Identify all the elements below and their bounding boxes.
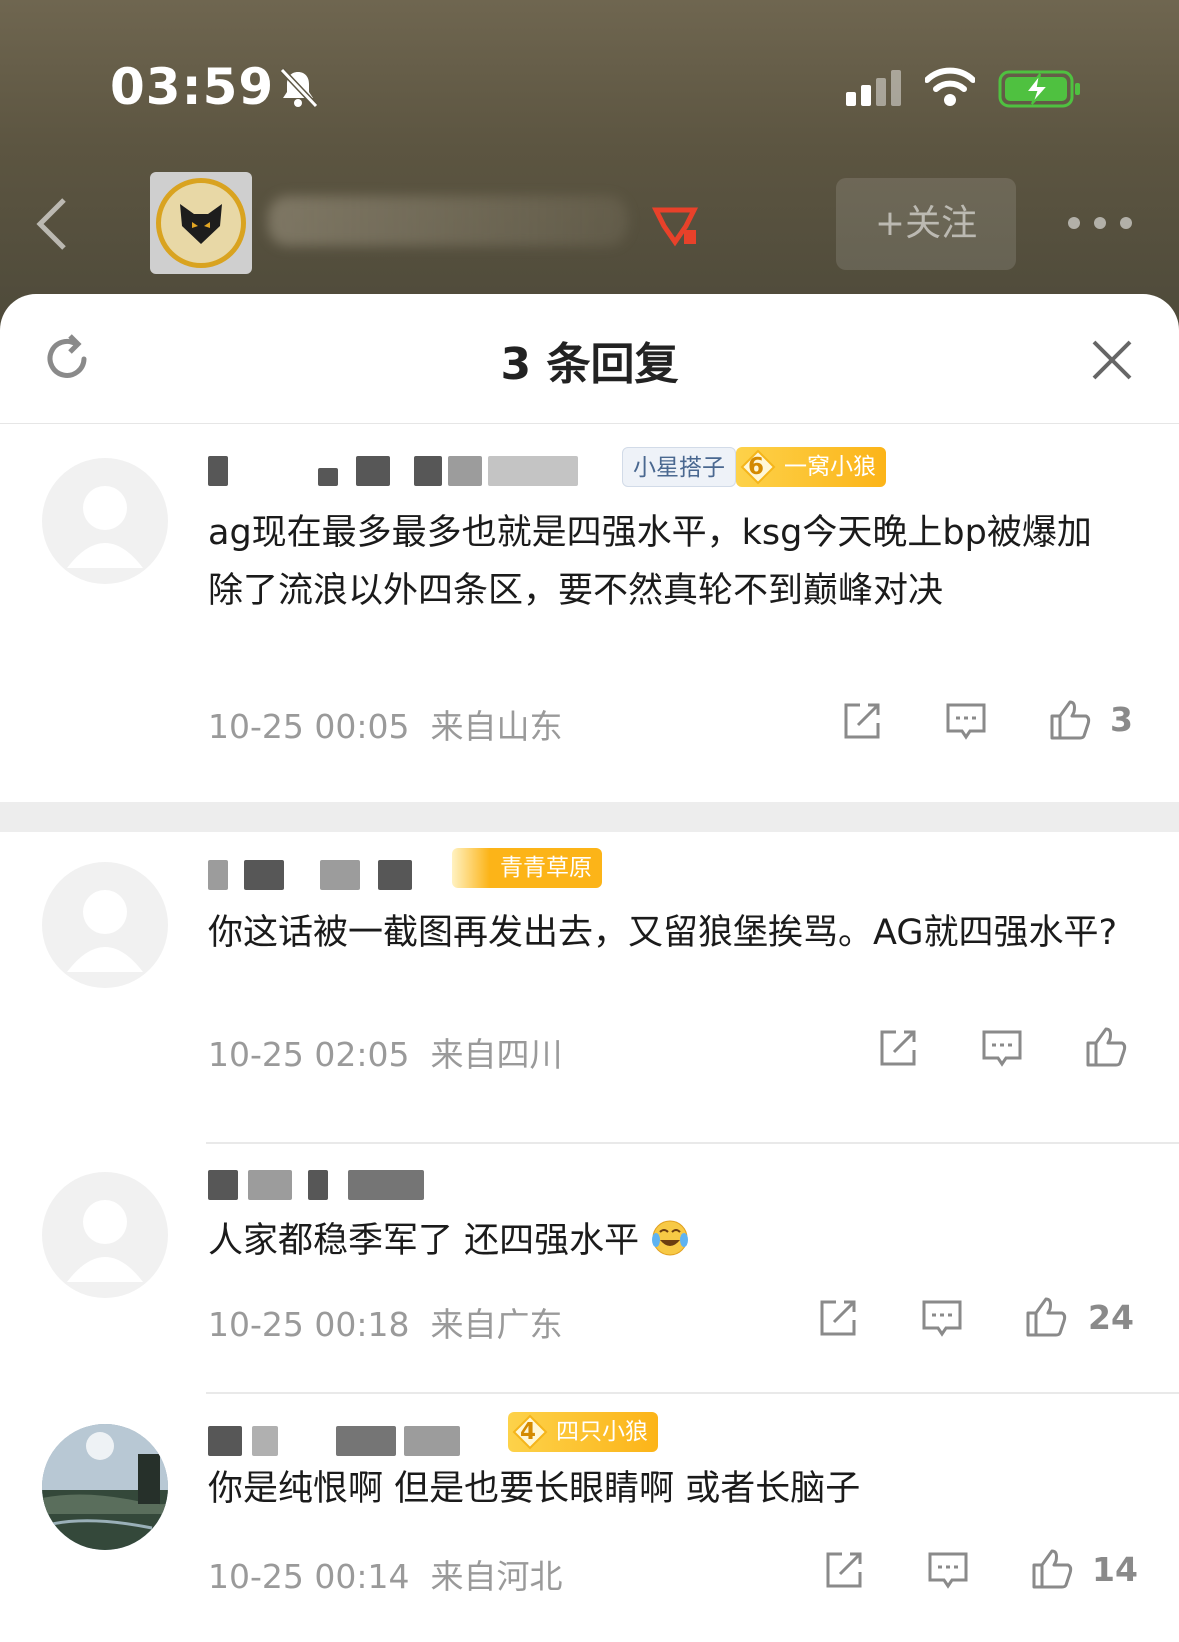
default-avatar-icon [67,890,143,972]
badge-four-wolves: 4 四只小狼 [508,1412,658,1452]
share-icon[interactable] [822,1548,866,1592]
badge-green-grassland: 青青草原 [452,848,602,888]
badge-star-partner: 小星搭子 [622,447,736,487]
section-divider [0,802,1179,832]
back-arrow-icon[interactable] [32,194,72,254]
username-blurred[interactable] [208,450,608,490]
reply-meta: 10-25 02:05 来自四川 [208,1035,563,1074]
reply-comment-icon[interactable] [926,1548,970,1592]
default-avatar-icon [67,1200,143,1282]
reply-meta: 10-25 00:18 来自广东 [208,1305,563,1344]
reply-text: 人家都稳季军了 还四强水平 [208,1212,1138,1270]
reply-text: 你是纯恨啊 但是也要长眼睛啊 或者长脑子 [208,1469,861,1509]
wifi-icon [925,67,975,106]
reply-meta: 10-25 00:14 来自河北 [208,1557,563,1596]
reply-text: 你这话被一截图再发出去，又留狼堡挨骂。AG就四强水平? [208,913,1118,953]
username-blurred[interactable] [208,1420,488,1460]
sheet-header: 3 条回复 [0,294,1179,424]
badge-wolf-pack: 6 一窝小狼 [736,447,886,487]
like-count: 3 [1110,700,1133,739]
crying-laughing-emoji-icon [652,1220,689,1256]
replies-sheet: 3 条回复 小星搭子 6 一窝小狼 ag现在最多最多也就是四强水平，ksg今天晚… [0,294,1179,1642]
close-icon[interactable] [1090,338,1134,382]
like-count: 14 [1092,1550,1138,1589]
thumbs-up-icon[interactable] [1084,1025,1128,1069]
status-time: 03:59 [110,58,275,116]
thumbs-up-icon[interactable] [1024,1295,1068,1339]
username-blurred[interactable] [208,1164,428,1204]
comment-meta: 10-25 00:05 来自山东 [208,707,563,746]
avatar[interactable] [42,458,168,584]
follow-button[interactable]: +关注 [836,178,1016,270]
thumbs-up-icon[interactable] [1030,1547,1074,1591]
blurred-account-name [268,196,628,246]
reply-comment-icon[interactable] [944,699,988,743]
comment-text: ag现在最多最多也就是四强水平，ksg今天晚上bp被爆加除了流浪以外四条区，要不… [208,513,1092,611]
wolf-team-logo[interactable] [150,172,252,274]
share-icon[interactable] [840,699,884,743]
bell-muted-icon [279,67,319,109]
thumbs-up-icon[interactable] [1048,698,1092,742]
default-avatar-icon [67,486,143,568]
sheet-title: 3 条回复 [500,339,679,390]
wolf-icon [180,204,222,244]
battery-charging-icon [998,70,1080,108]
avatar[interactable] [42,1172,168,1298]
username-blurred[interactable] [208,854,428,894]
share-icon[interactable] [816,1296,860,1340]
reply-comment-icon[interactable] [980,1026,1024,1070]
profile-header-background [0,0,1179,330]
like-count: 24 [1088,1298,1134,1337]
row-divider [206,1392,1179,1394]
avatar[interactable] [42,862,168,988]
avatar-photo[interactable] [42,1424,168,1550]
row-divider [206,1142,1179,1144]
more-options-icon[interactable] [1066,214,1134,232]
landscape-photo-avatar [42,1424,168,1550]
share-icon[interactable] [876,1026,920,1070]
reply-comment-icon[interactable] [920,1296,964,1340]
vip-diamond-icon [651,207,699,247]
cellular-signal-icon [846,70,901,106]
